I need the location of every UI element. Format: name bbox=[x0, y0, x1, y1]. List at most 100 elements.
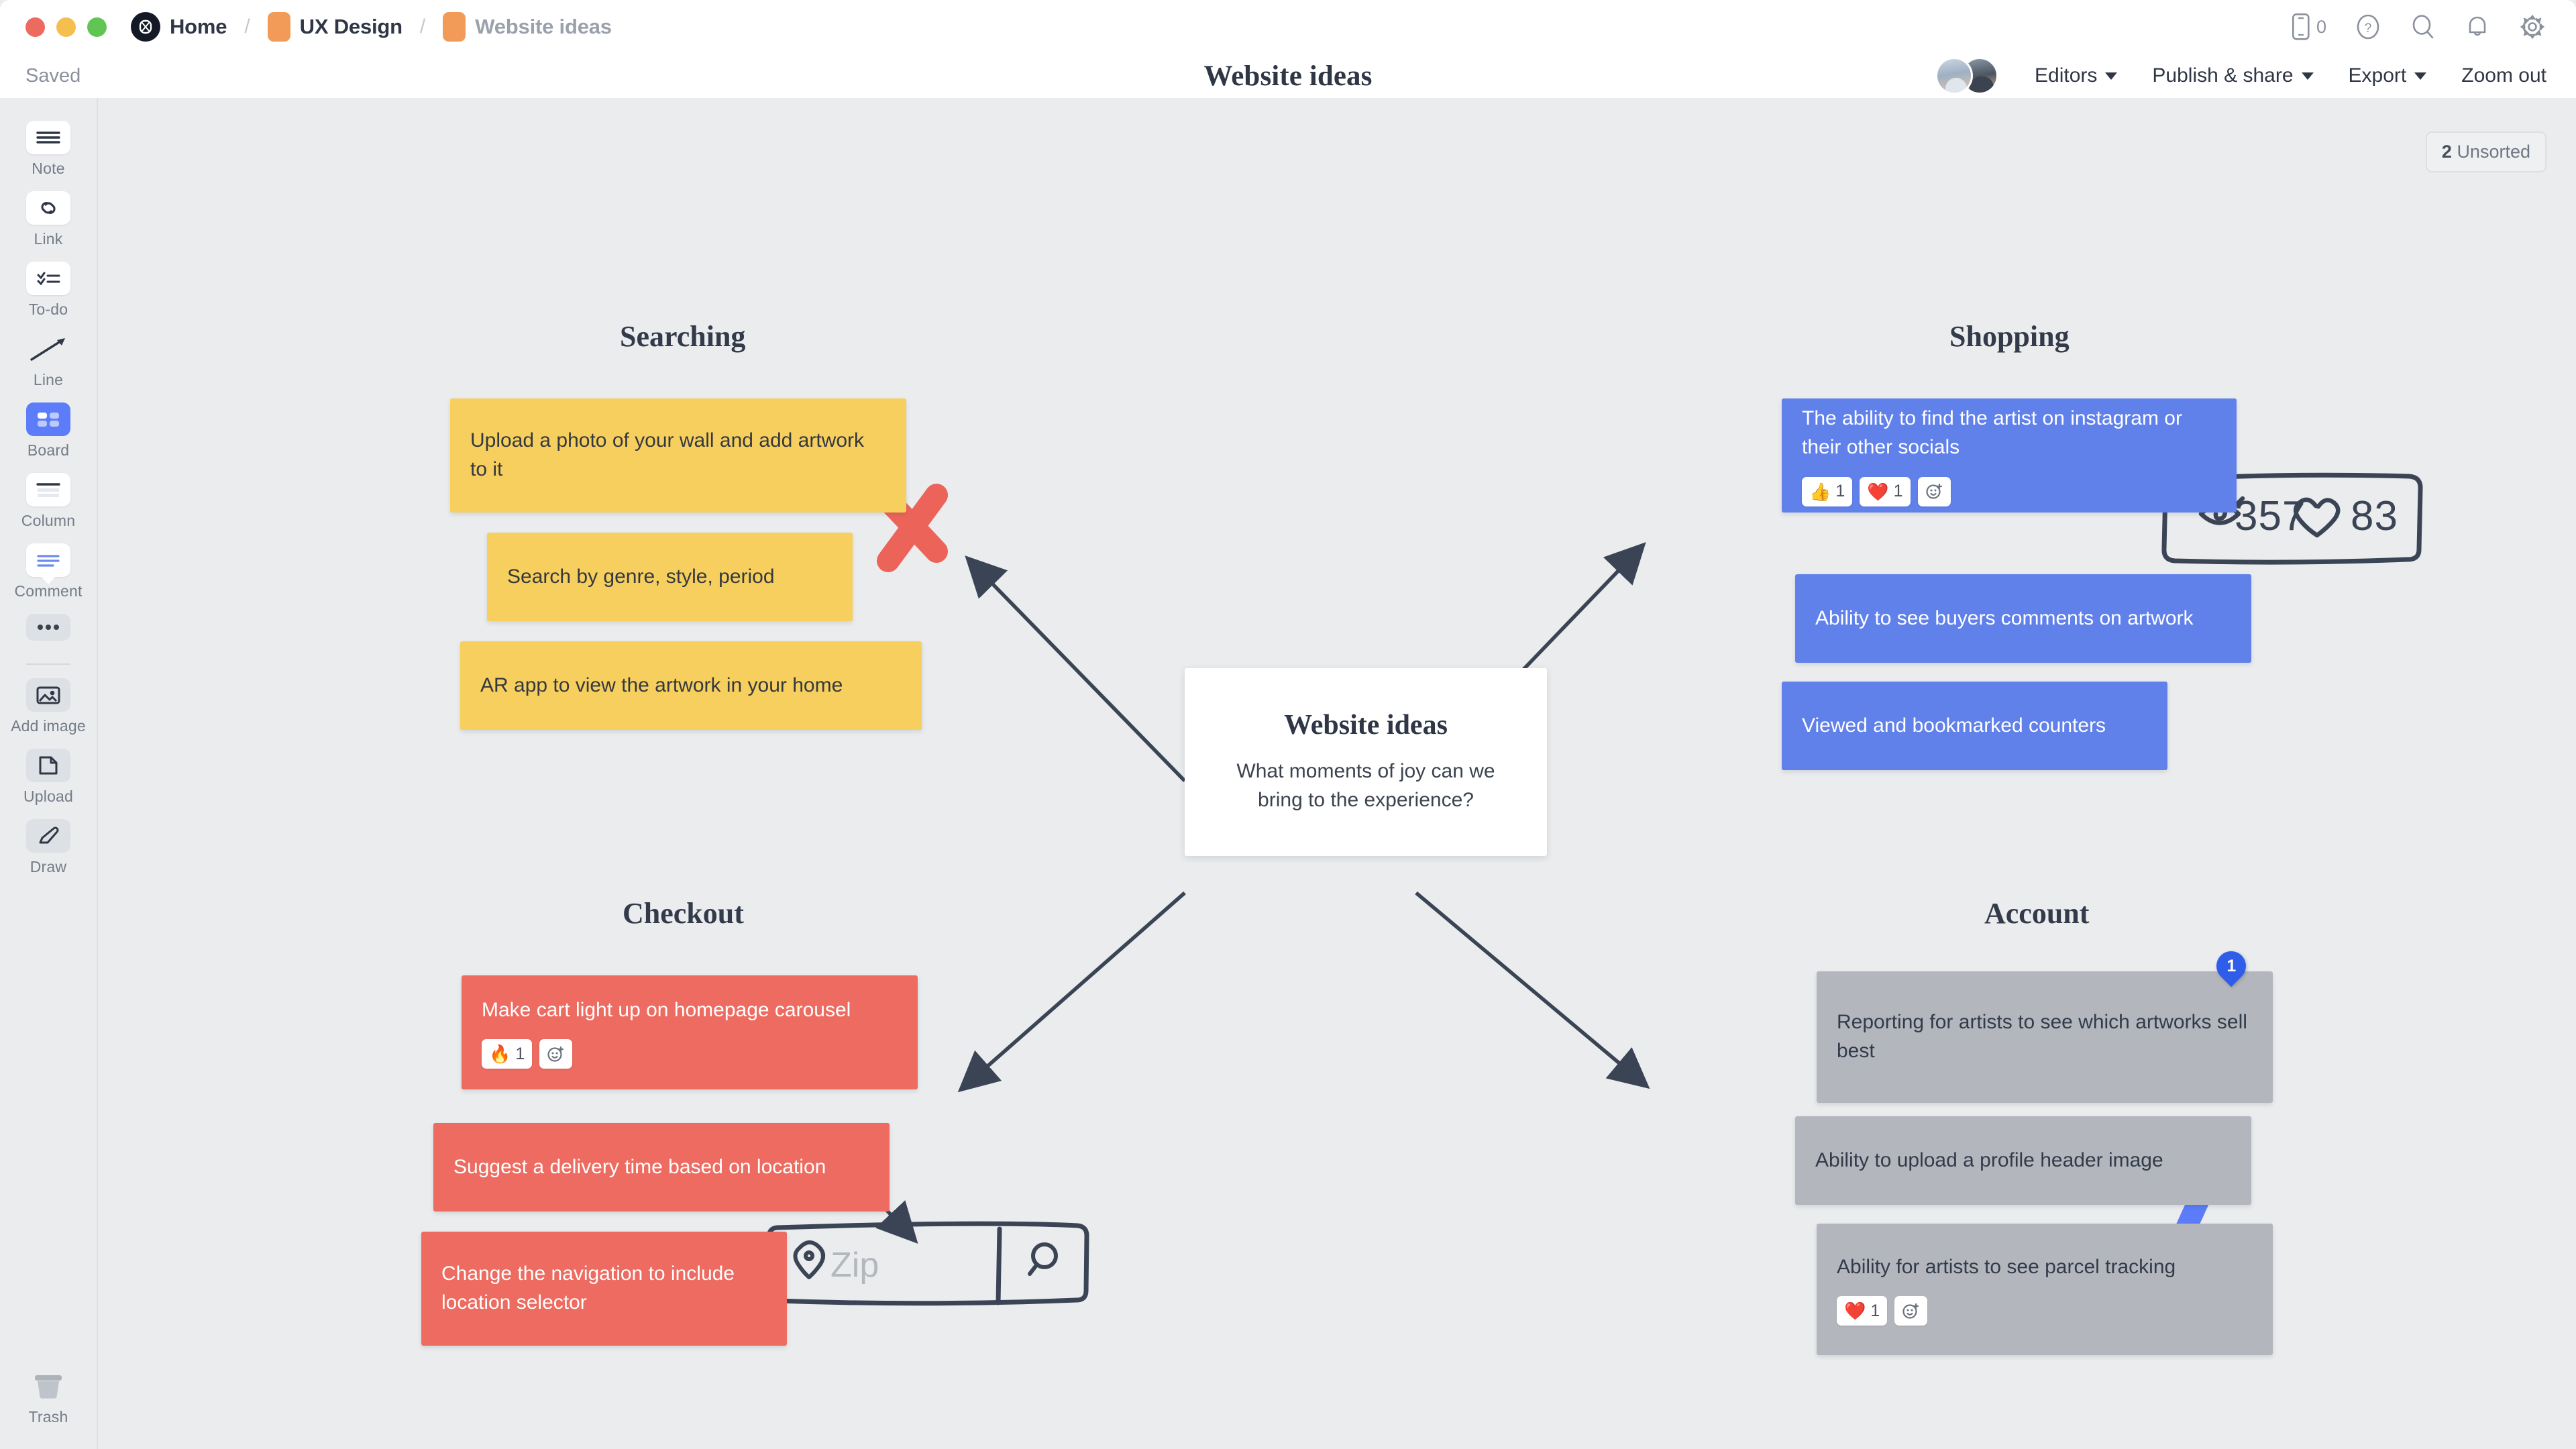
note-text: Ability to upload a profile header image bbox=[1815, 1148, 2163, 1171]
reaction-emoji: ❤️ bbox=[1844, 1301, 1866, 1322]
svg-text:?: ? bbox=[2365, 21, 2372, 36]
note-icon bbox=[36, 131, 60, 144]
comment-icon bbox=[37, 555, 60, 567]
reaction-count: 1 bbox=[1870, 1301, 1880, 1320]
sidebar-label-draw: Draw bbox=[30, 858, 67, 875]
note-card[interactable]: Upload a photo of your wall and add artw… bbox=[450, 398, 906, 513]
sidebar-item-column[interactable]: Column bbox=[1, 473, 95, 530]
counter-likes-value: 83 bbox=[2351, 493, 2398, 539]
sidebar-item-upload[interactable]: Upload bbox=[1, 749, 95, 806]
reaction-bar[interactable]: 👍 1 ❤️ 1 bbox=[1802, 476, 2216, 506]
sidebar-item-link[interactable]: Link bbox=[1, 191, 95, 248]
note-text: Ability for artists to see parcel tracki… bbox=[1837, 1255, 2176, 1278]
draw-icon bbox=[39, 826, 59, 844]
note-text: Reporting for artists to see which artwo… bbox=[1837, 1011, 2247, 1062]
comment-pin-count: 1 bbox=[2226, 956, 2236, 975]
sidebar-item-todo[interactable]: To-do bbox=[1, 262, 95, 319]
note-card[interactable]: AR app to view the artwork in your home bbox=[460, 641, 922, 730]
reaction-chip[interactable]: ❤️ 1 bbox=[1860, 476, 1911, 506]
note-text: The ability to find the artist on instag… bbox=[1802, 407, 2182, 458]
sidebar-label-todo: To-do bbox=[28, 301, 68, 318]
window-controls[interactable] bbox=[25, 17, 107, 37]
sidebar-item-more[interactable] bbox=[1, 614, 95, 641]
sidebar-item-comment[interactable]: Comment bbox=[1, 543, 95, 600]
center-topic-card[interactable]: Website ideas What moments of joy can we… bbox=[1185, 668, 1547, 856]
breadcrumb-item-current[interactable]: Website ideas bbox=[443, 12, 612, 42]
add-reaction-button[interactable] bbox=[539, 1039, 573, 1069]
note-text: Change the navigation to include locatio… bbox=[441, 1263, 735, 1313]
unsorted-badge[interactable]: 2 Unsorted bbox=[2425, 131, 2546, 172]
section-title-searching: Searching bbox=[620, 320, 746, 353]
breadcrumb-separator-2: / bbox=[419, 15, 426, 38]
note-card[interactable]: Change the navigation to include locatio… bbox=[421, 1232, 787, 1346]
note-card[interactable]: Ability to see buyers comments on artwor… bbox=[1795, 574, 2251, 663]
add-image-icon bbox=[36, 686, 60, 704]
note-card[interactable]: Ability for artists to see parcel tracki… bbox=[1817, 1224, 2273, 1355]
sidebar-item-trash[interactable]: Trash bbox=[1, 1369, 95, 1426]
reaction-chip[interactable]: 👍 1 bbox=[1802, 476, 1853, 506]
sidebar-item-add-image[interactable]: Add image bbox=[1, 678, 95, 735]
close-window-button[interactable] bbox=[25, 17, 45, 37]
reaction-chip[interactable]: 🔥 1 bbox=[482, 1039, 533, 1069]
breadcrumb-current-label: Website ideas bbox=[475, 15, 612, 38]
note-text: AR app to view the artwork in your home bbox=[480, 674, 843, 696]
board-canvas[interactable]: 2 Unsorted 357 83 Zip Searching Upload a… bbox=[98, 98, 2576, 1449]
sidebar-label-link: Link bbox=[34, 230, 63, 248]
reaction-bar[interactable]: ❤️ 1 bbox=[1837, 1296, 2253, 1326]
folder-icon bbox=[267, 12, 290, 42]
note-card[interactable]: Viewed and bookmarked counters bbox=[1782, 682, 2167, 770]
note-text: Upload a photo of your wall and add artw… bbox=[470, 429, 865, 480]
map-pin-icon bbox=[793, 1240, 825, 1279]
connector-arrows bbox=[814, 542, 1650, 1244]
reaction-emoji: ❤️ bbox=[1867, 481, 1889, 502]
minimize-window-button[interactable] bbox=[56, 17, 76, 37]
breadcrumb-item-folder[interactable]: UX Design bbox=[267, 12, 402, 42]
sidebar-item-line[interactable]: Line bbox=[1, 332, 95, 389]
add-reaction-button[interactable] bbox=[1917, 476, 1951, 506]
location-sketch bbox=[765, 1221, 1089, 1306]
trash-icon bbox=[35, 1375, 62, 1399]
search-icon[interactable] bbox=[2410, 13, 2436, 40]
line-icon bbox=[30, 338, 65, 361]
mobile-icon[interactable]: 0 bbox=[2292, 13, 2326, 40]
settings-icon[interactable] bbox=[2518, 13, 2546, 41]
board-icon bbox=[38, 413, 59, 427]
location-sketch-placeholder: Zip bbox=[830, 1246, 879, 1285]
search-icon bbox=[1028, 1242, 1058, 1276]
maximize-window-button[interactable] bbox=[87, 17, 107, 37]
section-title-account: Account bbox=[1984, 897, 2090, 930]
note-card[interactable]: Reporting for artists to see which artwo… bbox=[1817, 971, 2273, 1103]
add-reaction-icon bbox=[547, 1046, 564, 1062]
sidebar-label-note: Note bbox=[32, 160, 65, 177]
page-title: Website ideas bbox=[1203, 60, 1373, 92]
notifications-icon[interactable] bbox=[2465, 13, 2490, 40]
sidebar-item-board[interactable]: Board bbox=[1, 402, 95, 460]
note-card[interactable]: The ability to find the artist on instag… bbox=[1782, 398, 2237, 513]
note-text: Suggest a delivery time based on locatio… bbox=[453, 1155, 826, 1178]
reaction-emoji: 👍 bbox=[1809, 481, 1831, 502]
add-reaction-icon bbox=[1902, 1303, 1919, 1319]
note-card[interactable]: Suggest a delivery time based on locatio… bbox=[433, 1123, 890, 1212]
help-icon[interactable]: ? bbox=[2355, 13, 2381, 40]
center-card-subtitle: What moments of joy can we bring to the … bbox=[1236, 760, 1495, 811]
editor-avatars[interactable] bbox=[1935, 57, 2000, 95]
reaction-bar[interactable]: 🔥 1 bbox=[482, 1039, 898, 1069]
add-reaction-button[interactable] bbox=[1894, 1296, 1928, 1326]
breadcrumb-item-home[interactable]: Home bbox=[131, 12, 227, 42]
sidebar-label-comment: Comment bbox=[14, 582, 83, 600]
sidebar-item-note[interactable]: Note bbox=[1, 121, 95, 178]
sidebar-divider bbox=[26, 663, 70, 665]
note-card[interactable]: Search by genre, style, period bbox=[487, 533, 853, 621]
upload-icon bbox=[39, 756, 58, 775]
note-card[interactable]: Ability to upload a profile header image bbox=[1795, 1116, 2251, 1205]
sidebar-label-line: Line bbox=[33, 371, 64, 388]
more-icon bbox=[38, 625, 59, 630]
add-reaction-icon bbox=[1925, 483, 1942, 499]
unsorted-label: Unsorted bbox=[2457, 142, 2530, 162]
reaction-chip[interactable]: ❤️ 1 bbox=[1837, 1296, 1888, 1326]
center-card-title: Website ideas bbox=[1284, 710, 1448, 741]
avatar bbox=[1935, 57, 1974, 95]
note-card[interactable]: Make cart light up on homepage carousel … bbox=[462, 975, 918, 1089]
sub-bar: Saved Website ideas Editors Publish & sh… bbox=[0, 54, 2576, 98]
sidebar-item-draw[interactable]: Draw bbox=[1, 819, 95, 876]
